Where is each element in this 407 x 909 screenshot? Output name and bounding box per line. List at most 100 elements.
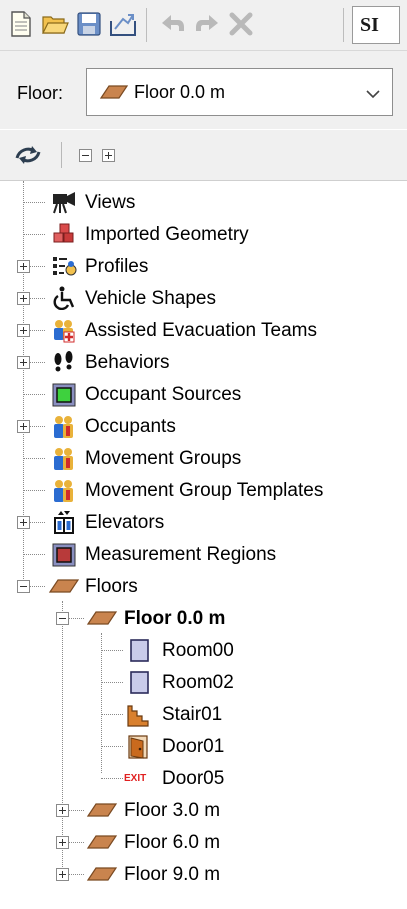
chevron-down-icon bbox=[366, 86, 380, 104]
expand-toggle[interactable] bbox=[17, 356, 30, 369]
redo-icon bbox=[196, 15, 218, 31]
tree-item-label: Occupant Sources bbox=[85, 384, 242, 405]
tree-controls bbox=[0, 130, 407, 181]
toolbar: SI bbox=[0, 0, 407, 51]
tree-item-room00[interactable]: Room00 bbox=[0, 634, 407, 666]
expand-toggle[interactable] bbox=[56, 804, 69, 817]
expand-toggle[interactable] bbox=[17, 516, 30, 529]
expand-toggle[interactable] bbox=[17, 324, 30, 337]
tree-item-floor-6[interactable]: Floor 6.0 m bbox=[0, 826, 407, 858]
tree-item-label: Imported Geometry bbox=[85, 224, 249, 245]
floor-icon bbox=[99, 84, 129, 105]
footprints-icon bbox=[51, 350, 75, 374]
floor-label: Floor: bbox=[17, 83, 64, 103]
occupants-icon bbox=[51, 414, 75, 438]
tree-item-label: Movement Groups bbox=[85, 448, 242, 469]
expand-toggle[interactable] bbox=[56, 836, 69, 849]
tree-item-door05[interactable]: EXIT Door05 bbox=[0, 762, 407, 794]
sync-icon[interactable] bbox=[14, 142, 42, 173]
tree-item-floor-3[interactable]: Floor 3.0 m bbox=[0, 794, 407, 826]
room-icon bbox=[128, 638, 152, 662]
save-icon bbox=[77, 12, 101, 36]
expand-toggle[interactable] bbox=[17, 292, 30, 305]
expand-toggle[interactable] bbox=[56, 868, 69, 881]
tree-item-movement-groups[interactable]: Movement Groups bbox=[0, 442, 407, 474]
tree-item-assisted-evacuation-teams[interactable]: Assisted Evacuation Teams bbox=[0, 314, 407, 346]
floor-icon bbox=[86, 610, 118, 634]
import-icon bbox=[110, 14, 136, 36]
expand-toggle[interactable] bbox=[17, 260, 30, 273]
profiles-icon bbox=[51, 254, 77, 278]
redo-button[interactable] bbox=[190, 6, 224, 42]
tree-item-label: Profiles bbox=[85, 256, 149, 277]
exit-icon: EXIT bbox=[124, 773, 147, 784]
floor-dropdown[interactable]: Floor 0.0 m bbox=[86, 68, 393, 116]
tree-item-label: Stair01 bbox=[162, 704, 223, 725]
occupant-source-icon bbox=[51, 382, 76, 407]
new-file-button[interactable] bbox=[4, 6, 38, 42]
movement-group-templates-icon bbox=[51, 478, 75, 502]
expand-all-button[interactable] bbox=[102, 149, 115, 162]
tree-item-label: Occupants bbox=[85, 416, 176, 437]
elevator-icon bbox=[51, 510, 75, 534]
tree-item-label: Movement Group Templates bbox=[85, 480, 324, 501]
tree-item-label: Room02 bbox=[162, 672, 234, 693]
tree-item-stair01[interactable]: Stair01 bbox=[0, 698, 407, 730]
tree-item-label: Door05 bbox=[162, 768, 225, 789]
tree-item-label: Assisted Evacuation Teams bbox=[85, 320, 317, 341]
tree-item-profiles[interactable]: Profiles bbox=[0, 250, 407, 282]
delete-icon bbox=[229, 12, 253, 36]
tree-item-label: Room00 bbox=[162, 640, 234, 661]
tree-item-label: Views bbox=[85, 192, 136, 213]
room-icon bbox=[128, 670, 152, 694]
delete-button[interactable] bbox=[224, 6, 258, 42]
floor-dropdown-value: Floor 0.0 m bbox=[134, 82, 226, 102]
tree-item-floor-0[interactable]: Floor 0.0 m bbox=[0, 602, 407, 634]
tree-item-imported-geometry[interactable]: Imported Geometry bbox=[0, 218, 407, 250]
tree-item-room02[interactable]: Room02 bbox=[0, 666, 407, 698]
floor-icon bbox=[86, 802, 118, 826]
tree-item-behaviors[interactable]: Behaviors bbox=[0, 346, 407, 378]
tree-item-floors[interactable]: Floors bbox=[0, 570, 407, 602]
tree-item-measurement-regions[interactable]: Measurement Regions bbox=[0, 538, 407, 570]
tree-item-label: Elevators bbox=[85, 512, 165, 533]
tree-item-vehicle-shapes[interactable]: Vehicle Shapes bbox=[0, 282, 407, 314]
save-button[interactable] bbox=[72, 6, 106, 42]
collapse-all-button[interactable] bbox=[79, 149, 92, 162]
open-folder-button[interactable] bbox=[38, 6, 72, 42]
tree-item-label: Floors bbox=[85, 576, 138, 597]
open-folder-icon bbox=[42, 16, 69, 34]
tree-item-movement-group-templates[interactable]: Movement Group Templates bbox=[0, 474, 407, 506]
tree-item-label: Vehicle Shapes bbox=[85, 288, 216, 309]
expand-toggle[interactable] bbox=[17, 420, 30, 433]
collapse-toggle[interactable] bbox=[17, 580, 30, 593]
tree-item-label: Measurement Regions bbox=[85, 544, 277, 565]
measurement-region-icon bbox=[51, 542, 76, 567]
import-button[interactable] bbox=[106, 6, 140, 42]
tree-item-occupants[interactable]: Occupants bbox=[0, 410, 407, 442]
units-toggle-button[interactable]: SI bbox=[352, 6, 400, 44]
assisted-team-icon bbox=[51, 318, 75, 343]
wheelchair-icon bbox=[51, 286, 75, 311]
floor-icon bbox=[48, 578, 80, 602]
new-file-icon bbox=[11, 11, 31, 37]
navigation-tree: Views Imported Geometry Profiles Vehicle… bbox=[0, 181, 407, 909]
tree-item-views[interactable]: Views bbox=[0, 186, 407, 218]
camera-icon bbox=[51, 190, 75, 214]
tree-item-label: Floor 0.0 m bbox=[124, 608, 226, 629]
door-icon bbox=[126, 734, 150, 759]
undo-icon bbox=[162, 15, 184, 31]
undo-button[interactable] bbox=[156, 6, 190, 42]
floor-icon bbox=[86, 866, 118, 890]
tree-item-label: Floor 3.0 m bbox=[124, 800, 221, 821]
collapse-toggle[interactable] bbox=[56, 612, 69, 625]
tree-item-label: Floor 9.0 m bbox=[124, 864, 221, 885]
tree-item-floor-9[interactable]: Floor 9.0 m bbox=[0, 858, 407, 890]
tree-item-occupant-sources[interactable]: Occupant Sources bbox=[0, 378, 407, 410]
tree-item-elevators[interactable]: Elevators bbox=[0, 506, 407, 538]
floor-icon bbox=[86, 834, 118, 858]
geometry-icon bbox=[51, 222, 75, 246]
stair-icon bbox=[126, 702, 150, 727]
tree-item-door01[interactable]: Door01 bbox=[0, 730, 407, 762]
tree-item-label: Floor 6.0 m bbox=[124, 832, 221, 853]
